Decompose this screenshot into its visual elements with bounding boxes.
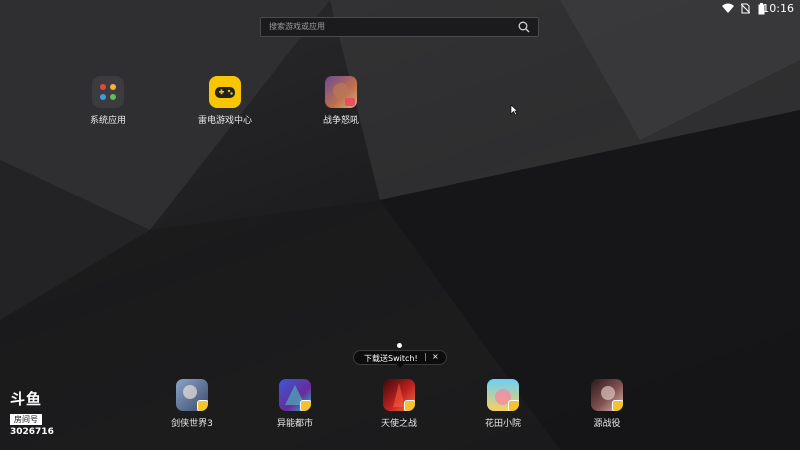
gamepad-icon [209,76,241,108]
tooltip-text[interactable]: 下载送Switch! [364,353,418,364]
app-war-roar[interactable]: 战争怒吼 [296,76,386,126]
app-label: 天使之战 [380,419,417,429]
dock-app-htxy[interactable]: 花田小院 [458,379,548,429]
app-label: 战争怒吼 [322,116,359,126]
room-number: 3026716 [10,427,54,437]
tooltip-arrow [396,364,404,368]
promo-tooltip[interactable]: 下载送Switch! | × [353,350,447,368]
douyu-watermark: 斗鱼 房间号 3026716 [10,391,62,437]
app-label: 系统应用 [89,116,126,126]
tooltip-separator: | [424,352,427,361]
app-system-apps[interactable]: 系统应用 [63,76,153,126]
mouse-cursor-icon [510,104,518,116]
app-label: 花田小院 [484,419,521,429]
douyu-logo: 斗鱼 [10,390,43,408]
app-label: 异能都市 [276,419,313,429]
game-icon [176,379,208,411]
app-label: 雷电游戏中心 [197,116,252,126]
download-badge-icon [197,400,208,411]
search-bar[interactable]: 搜索游戏或应用 [260,17,539,37]
dock-app-yzy[interactable]: 源战役 [562,379,652,429]
download-badge-icon [300,400,311,411]
game-icon [383,379,415,411]
app-label: 剑侠世界3 [171,419,213,429]
game-icon [279,379,311,411]
room-label: 房间号 [10,414,42,425]
download-badge-icon [508,400,519,411]
wifi-icon [722,3,734,13]
download-badge-icon [612,400,623,411]
search-placeholder[interactable]: 搜索游戏或应用 [269,21,325,32]
close-icon[interactable]: × [432,352,439,361]
game-icon [325,76,357,108]
game-icon [591,379,623,411]
no-sim-icon [741,3,750,14]
dock-app-tszz[interactable]: 天使之战 [354,379,444,429]
status-bar: 10:16 [680,0,800,18]
folder-icon [92,76,124,108]
dock-app-jxsj3[interactable]: 剑侠世界3 [147,379,237,429]
dock-app-yndsh[interactable]: 异能都市 [250,379,340,429]
download-badge-icon [404,400,415,411]
clock: 10:16 [762,2,794,15]
page-indicator[interactable] [397,343,402,348]
app-label: 源战役 [593,419,621,429]
app-ldplayer-game-center[interactable]: 雷电游戏中心 [180,76,270,126]
game-icon [487,379,519,411]
search-icon[interactable] [518,21,530,33]
